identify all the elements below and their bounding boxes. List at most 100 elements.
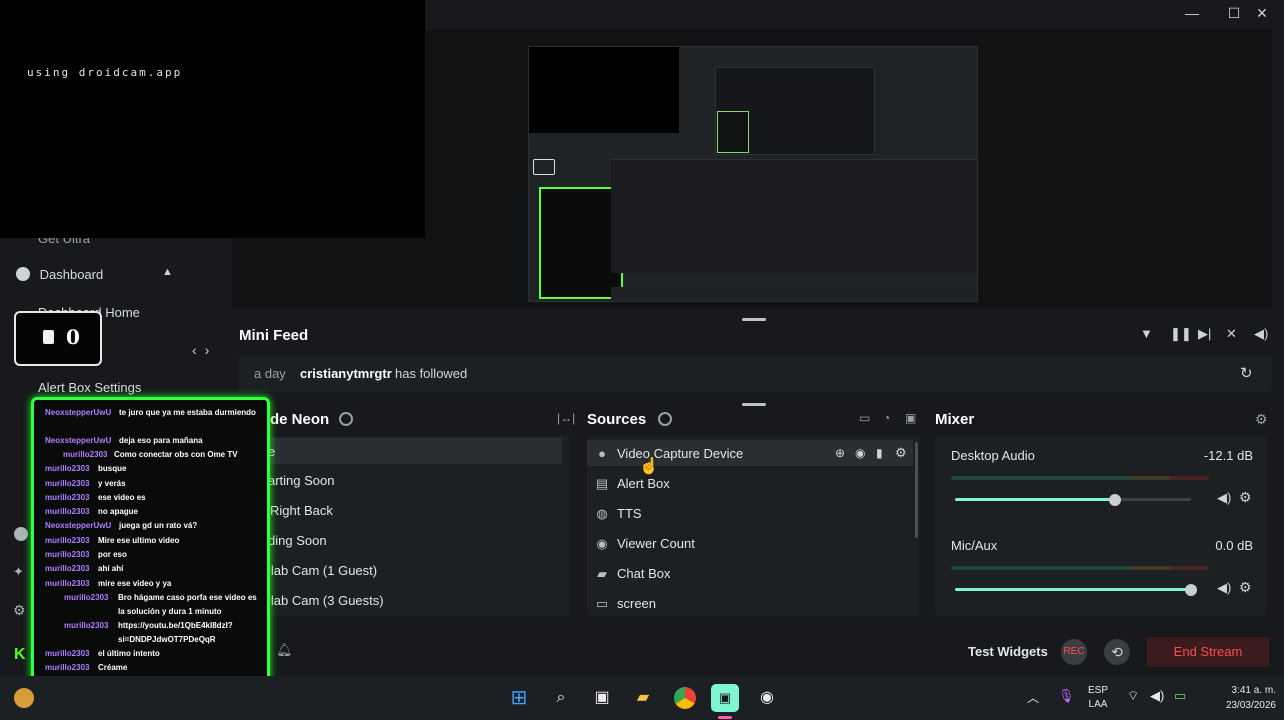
resize-handle[interactable] xyxy=(742,318,766,321)
gear-icon[interactable]: ⚙ xyxy=(13,602,26,619)
repeat-icon[interactable]: ↻ xyxy=(1240,364,1253,382)
skip-icon[interactable]: ▶| xyxy=(1198,326,1211,342)
replay-buffer-button[interactable]: ⟲ xyxy=(1104,639,1130,665)
rec-button[interactable]: REC xyxy=(1061,639,1087,665)
maximize-button[interactable]: ☐ xyxy=(1221,3,1247,23)
scrollbar[interactable] xyxy=(915,442,918,538)
folder-icon[interactable]: ▣ xyxy=(905,411,916,425)
volume-knob[interactable] xyxy=(1109,494,1122,506)
alert-icon: ▤ xyxy=(595,476,609,491)
speaker-icon[interactable]: ◀) xyxy=(1254,326,1268,342)
chevron-up-icon[interactable]: ▲ xyxy=(162,266,173,278)
collapse-panel-icon[interactable]: |↔| xyxy=(557,411,575,425)
scenes-list: e arting Soon Right Back ding Soon llab … xyxy=(232,436,570,616)
scene-item[interactable]: Right Back xyxy=(270,503,333,518)
info-icon[interactable] xyxy=(14,527,28,541)
chrome-icon[interactable] xyxy=(671,684,699,712)
droidcam-watermark: using droidcam.app xyxy=(27,66,183,79)
channel-settings-icon[interactable]: ⚙ xyxy=(1239,489,1252,506)
globe-icon: ◍ xyxy=(596,506,608,521)
viewer-icon xyxy=(43,330,54,344)
sparkle-icon[interactable]: ✦ xyxy=(13,564,24,580)
language-indicator[interactable]: ESP LAA xyxy=(1088,684,1108,712)
mute-icon[interactable]: ◀) xyxy=(1217,490,1231,506)
chat-username: murillo2303 xyxy=(64,593,109,602)
chat-text: el último intento xyxy=(98,649,160,658)
lock-icon[interactable]: ⊕ xyxy=(835,446,845,460)
source-layout-icon[interactable]: ▭ xyxy=(859,411,870,425)
chat-username: murillo2303 xyxy=(45,564,90,573)
chat-text: mire ese video y ya xyxy=(98,579,172,588)
chat-text: no apague xyxy=(98,507,139,516)
end-stream-button[interactable]: End Stream xyxy=(1147,637,1269,667)
microphone-icon[interactable]: 🎙︎ xyxy=(1058,688,1075,704)
chevron-up-icon[interactable]: ︿ xyxy=(1027,689,1039,706)
source-item[interactable]: ▤ Alert Box xyxy=(595,476,670,492)
weather-icon[interactable] xyxy=(14,688,34,708)
chat-username: NeoxstepperUwU xyxy=(45,521,112,530)
source-item[interactable]: ▭ screen xyxy=(595,596,656,612)
chat-text: Mire ese ultimo video xyxy=(98,536,180,545)
preview-screen-capture xyxy=(528,46,978,302)
chat-text: te juro que ya me estaba durmiendo xyxy=(119,408,256,417)
mute-icon[interactable]: ◀) xyxy=(1217,580,1231,596)
mute-notifications-icon[interactable]: ✕ xyxy=(1226,326,1237,342)
viewer-count: 0 xyxy=(66,325,80,349)
scenes-title: de Neon xyxy=(270,411,330,428)
source-item[interactable]: ◍ TTS xyxy=(595,506,641,522)
add-scene-icon[interactable] xyxy=(339,412,353,426)
scene-item[interactable]: arting Soon xyxy=(268,473,335,488)
viewer-count-widget: 0 xyxy=(14,311,102,366)
webcam-icon: ● xyxy=(598,446,606,461)
channel-settings-icon[interactable]: ⚙ xyxy=(1239,579,1252,596)
scene-item[interactable]: llab Cam (1 Guest) xyxy=(268,563,377,578)
active-app-indicator xyxy=(718,716,732,719)
chat-username: murillo2303 xyxy=(45,464,90,473)
volume-icon[interactable]: ◀) xyxy=(1150,688,1164,704)
task-view-icon[interactable]: ▣ xyxy=(588,684,616,712)
sidebar-item-dashboard[interactable]: Dashboard xyxy=(16,267,103,282)
test-widgets-button[interactable]: Test Widgets xyxy=(968,644,1048,659)
scene-item-selected[interactable] xyxy=(232,438,562,464)
source-settings-icon[interactable]: ⚙ xyxy=(895,445,907,461)
scene-item[interactable]: ding Soon xyxy=(268,533,327,548)
source-item[interactable]: ● Video Capture Device xyxy=(595,446,743,461)
source-label: Viewer Count xyxy=(617,536,695,551)
source-item[interactable]: ▰ Chat Box xyxy=(595,566,670,582)
wifi-icon[interactable]: ⌔ xyxy=(1127,688,1139,704)
chat-username: murillo2303 xyxy=(63,450,108,459)
volume-knob[interactable] xyxy=(1185,584,1197,596)
mixer-settings-icon[interactable]: ⚙ xyxy=(1255,411,1268,428)
collapse-sidebar-button[interactable]: ‹› xyxy=(192,342,217,358)
source-item[interactable]: ◉ Viewer Count xyxy=(595,536,695,552)
battery-icon[interactable]: ▭ xyxy=(1174,688,1186,704)
mouse-cursor: ☝ xyxy=(639,458,659,475)
title-bar: — ☐ ✕ xyxy=(425,0,1284,26)
volume-slider[interactable] xyxy=(955,494,1191,506)
trash-icon[interactable]: ▮ xyxy=(876,446,883,460)
file-explorer-icon[interactable]: ▰ xyxy=(629,684,657,712)
footer-bar: 🔔︎ Test Widgets REC ⟲ End Stream xyxy=(232,630,1284,674)
sources-panel: Sources ▭ ◔ ▣ ● Video Capture Device ▤ Ale… xyxy=(587,406,925,618)
keyboard-layout: LAA xyxy=(1088,699,1108,710)
volume-slider[interactable] xyxy=(955,584,1197,596)
kick-logo[interactable]: K xyxy=(14,646,26,664)
minimize-button[interactable]: — xyxy=(1179,3,1205,23)
scene-item[interactable]: llab Cam (3 Guests) xyxy=(268,593,384,608)
chat-username: murillo2303 xyxy=(45,663,90,672)
visibility-icon[interactable]: ◉ xyxy=(855,446,865,460)
clock[interactable]: 3:41 a. m. 23/03/2026 xyxy=(1202,683,1276,713)
search-icon[interactable]: ⌕ xyxy=(547,684,575,712)
streamlabs-icon[interactable]: ▣ xyxy=(711,684,739,712)
add-source-icon[interactable] xyxy=(658,412,672,426)
obs-icon[interactable]: ◉ xyxy=(753,684,781,712)
source-speed-icon[interactable]: ◔ xyxy=(883,411,890,425)
windows-start-icon[interactable]: ⊞ xyxy=(505,684,533,712)
filter-icon[interactable]: ▼ xyxy=(1140,326,1153,341)
close-button[interactable]: ✕ xyxy=(1249,3,1275,23)
sidebar-item-alert-box-settings[interactable]: Alert Box Settings xyxy=(38,380,141,395)
windows-taskbar: ⊞ ⌕ ▣ ▰ ▣ ◉ ︿ 🎙︎ ESP LAA ⌔ ◀) ▭ 3:41 a. … xyxy=(0,676,1284,720)
feed-event-row[interactable]: a day cristianytmrgtr has followed ↻ xyxy=(238,356,1272,392)
pause-icon[interactable]: ❚❚ xyxy=(1170,326,1192,342)
bell-icon[interactable]: 🔔︎ xyxy=(276,642,293,658)
